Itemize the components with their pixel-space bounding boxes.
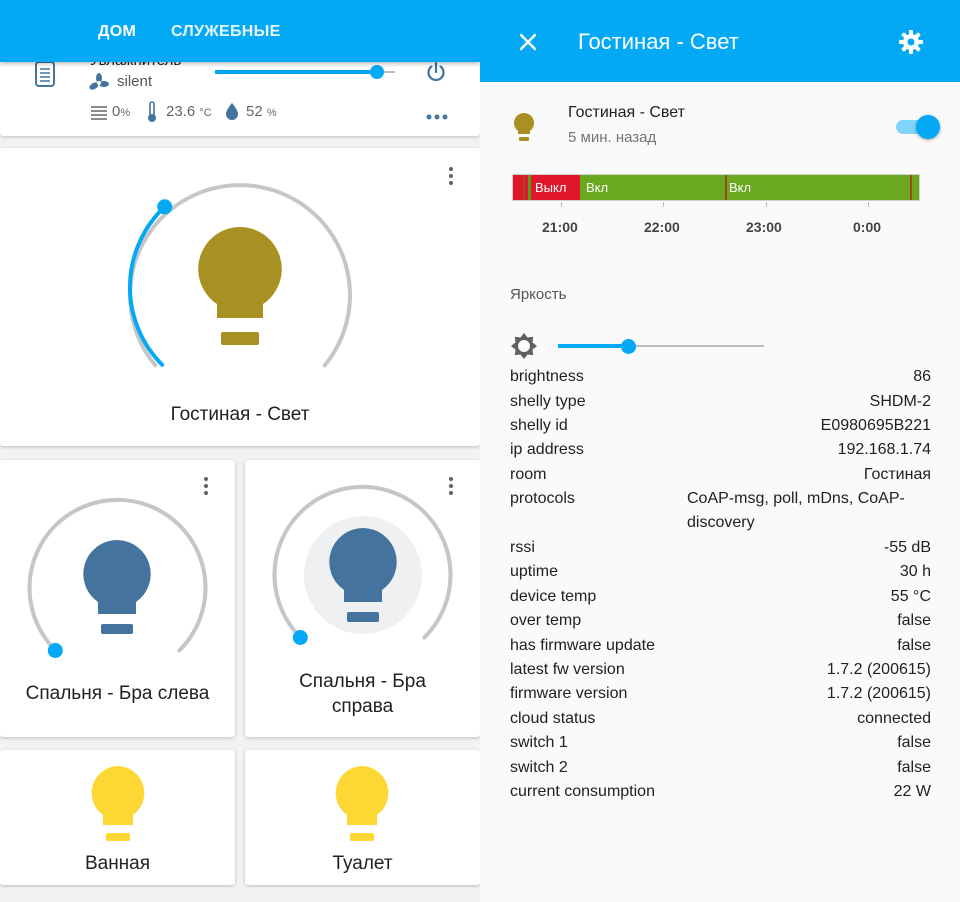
lightbulb-icon[interactable] [80, 538, 154, 638]
water-level-value: 0% [112, 103, 131, 120]
power-icon[interactable] [424, 60, 448, 84]
dashboard-pane: Увлажнитель silent 0% 23.6 °C 52 % [0, 0, 480, 902]
light-card-toilet[interactable]: Туалет [245, 750, 480, 885]
humidifier-mode: silent [117, 73, 153, 90]
temperature-value: 23.6 °C [166, 103, 212, 120]
brightness-icon [510, 332, 538, 360]
timeline-tick: 22:00 [644, 219, 680, 235]
app-bar: ДОМ СЛУЖЕБНЫЕ [0, 0, 480, 62]
more-options-icon[interactable] [426, 108, 448, 120]
humidifier-slider-knob[interactable] [370, 65, 384, 79]
light-card-bedroom-left[interactable]: Спальня - Бра слева [0, 460, 235, 737]
brightness-dial-knob[interactable] [292, 630, 308, 645]
tab-home[interactable]: ДОМ [98, 23, 136, 41]
light-card-bedroom-right[interactable]: Спальня - Бра справа [245, 460, 480, 737]
timeline-label: Вкл [586, 180, 609, 195]
brightness-slider-knob[interactable] [620, 339, 636, 354]
light-name: Спальня - Бра справа [299, 671, 426, 717]
lightbulb-icon [513, 112, 535, 142]
water-level-icon [90, 104, 108, 120]
light-card-bathroom[interactable]: Ванная [0, 750, 235, 885]
light-name: Ванная [84, 853, 151, 874]
lightbulb-icon[interactable] [326, 526, 400, 626]
toggle-thumb[interactable] [916, 115, 940, 139]
dialog-header: Гостиная - Свет [480, 0, 960, 82]
timeline-tick: 21:00 [542, 219, 578, 235]
last-changed: 5 мин. назад [568, 129, 657, 146]
light-name: Туалет [332, 853, 393, 874]
humidity-value: 52 % [246, 103, 277, 120]
humidifier-slider[interactable] [215, 62, 395, 82]
lightbulb-icon[interactable] [89, 764, 147, 846]
close-icon[interactable] [518, 32, 538, 52]
brightness-label: Яркость [510, 286, 567, 303]
timeline-tick: 23:00 [746, 219, 782, 235]
light-name: Спальня - Бра слева [25, 683, 210, 704]
dialog-title: Гостиная - Свет [578, 29, 739, 54]
state-timeline[interactable] [512, 174, 920, 201]
fan-icon [89, 73, 109, 93]
brightness-dial-knob[interactable] [157, 199, 173, 215]
lightbulb-icon[interactable] [333, 764, 391, 846]
tab-service[interactable]: СЛУЖЕБНЫЕ [171, 23, 281, 41]
water-drop-icon [225, 102, 239, 120]
thermometer-icon [146, 101, 158, 123]
timeline-label: Вкл [729, 180, 752, 195]
humidifier-icon[interactable] [32, 60, 58, 88]
entity-name: Гостиная - Свет [568, 104, 685, 121]
more-info-dialog: Гостиная - Свет Гостиная - Свет 5 мин. н… [480, 0, 960, 902]
brightness-slider[interactable] [558, 336, 764, 356]
timeline-axis [512, 202, 920, 208]
timeline-label: Выкл [535, 180, 567, 195]
gear-icon[interactable] [898, 29, 924, 55]
brightness-dial-knob[interactable] [47, 643, 63, 658]
lightbulb-icon[interactable] [195, 224, 285, 352]
power-toggle[interactable] [896, 115, 940, 139]
timeline-tick: 0:00 [853, 219, 882, 235]
light-name: Гостиная - Свет [170, 404, 310, 425]
light-card-living-room[interactable]: Гостиная - Свет [0, 148, 480, 446]
